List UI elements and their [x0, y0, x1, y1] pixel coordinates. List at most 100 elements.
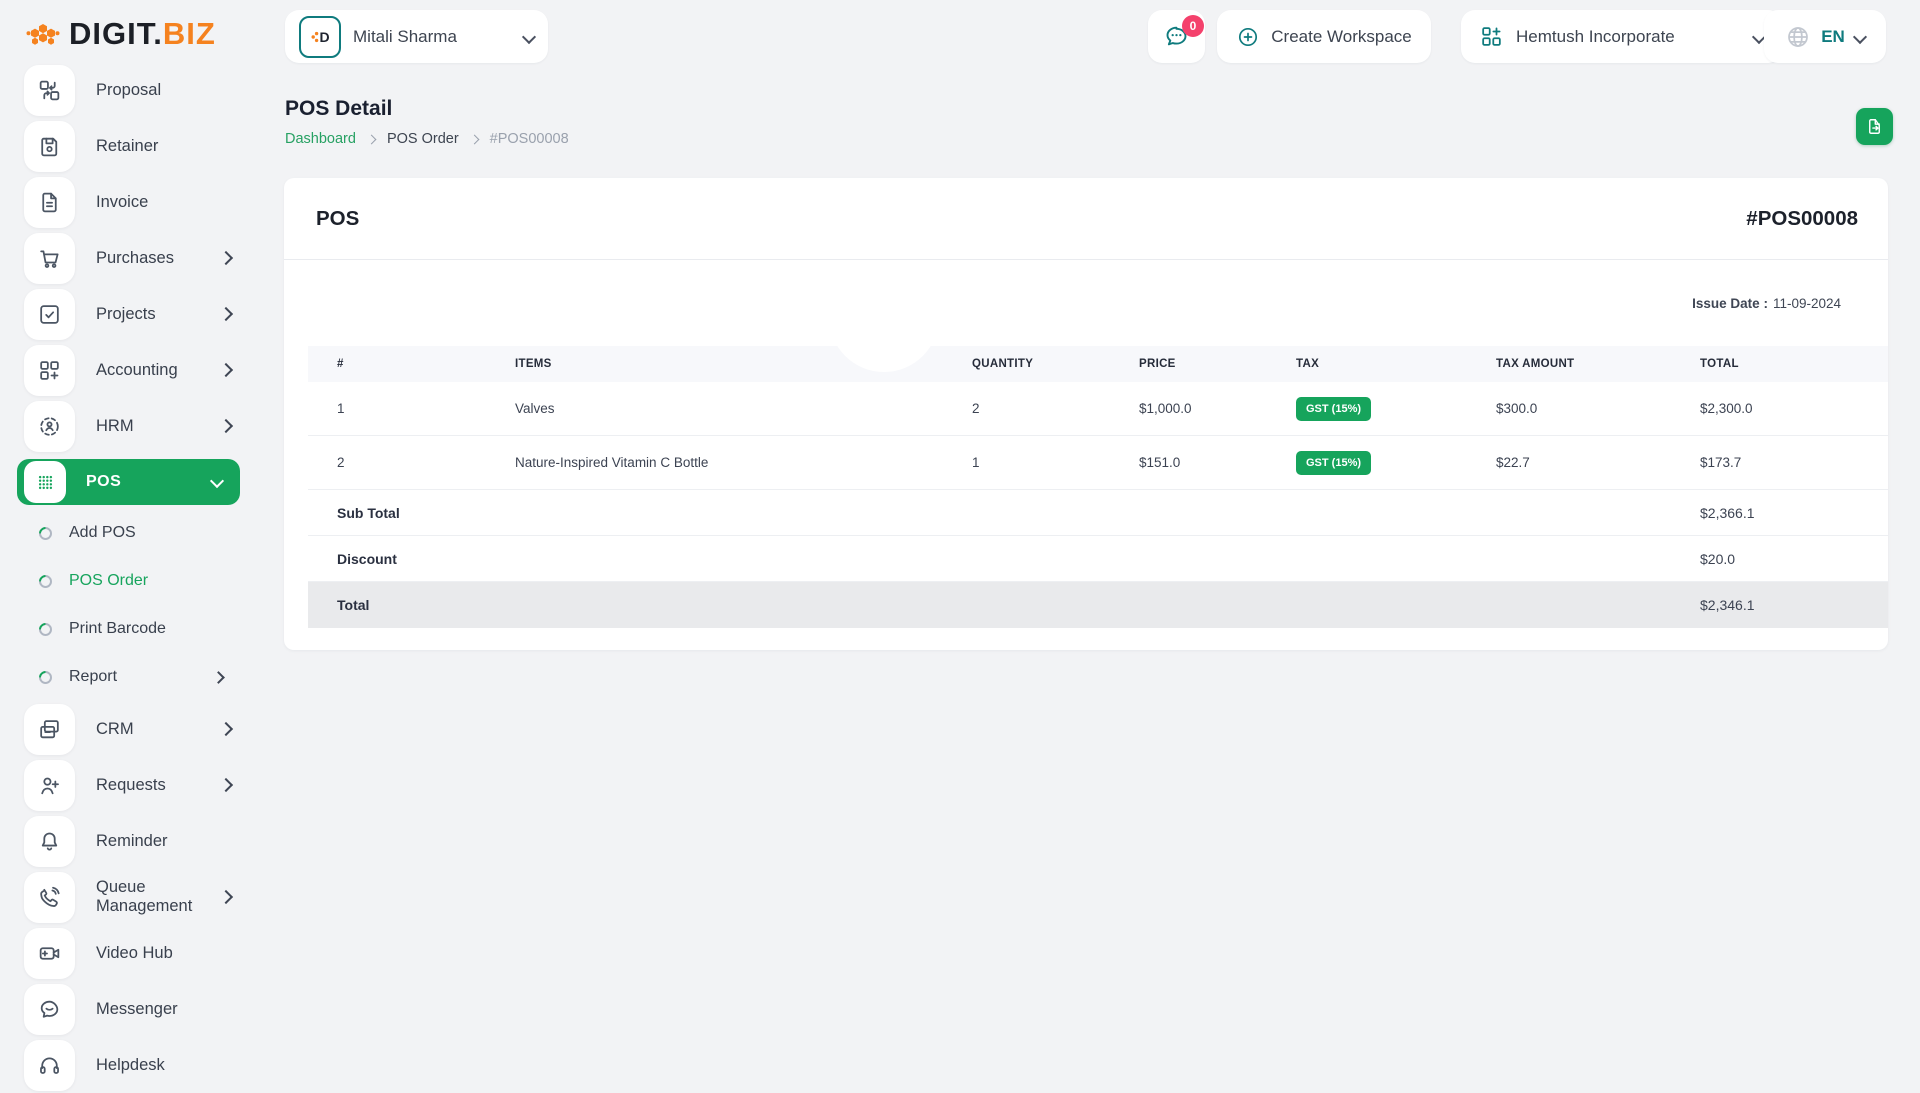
- chevron-right-icon: [219, 251, 233, 265]
- sidebar-subitem-pos-order-active[interactable]: POS Order: [0, 557, 245, 605]
- hrm-icon: [24, 401, 75, 452]
- cell-price: $151.0: [1139, 455, 1296, 470]
- chevron-down-icon: [522, 29, 536, 43]
- purchases-icon: [24, 233, 75, 284]
- company-selector[interactable]: Hemtush Incorporate: [1461, 10, 1782, 63]
- chevron-down-icon: [1853, 29, 1867, 43]
- sidebar-item-crm[interactable]: CRM: [0, 701, 245, 757]
- cell-sn: 2: [337, 455, 515, 470]
- projects-icon: [24, 289, 75, 340]
- breadcrumb-current: #POS00008: [490, 131, 569, 147]
- chat-count-badge: 0: [1182, 15, 1204, 37]
- chevron-right-icon: [469, 135, 479, 145]
- chevron-right-icon: [366, 135, 376, 145]
- col-header-sn: #: [337, 358, 515, 370]
- issue-date-value: 11-09-2024: [1773, 296, 1841, 311]
- sidebar-item-proposal[interactable]: Proposal: [0, 62, 245, 118]
- sidebar-item-label: Proposal: [96, 81, 161, 100]
- sidebar-subitem-label: Report: [69, 668, 117, 686]
- chat-button[interactable]: 0: [1148, 10, 1205, 63]
- sidebar-subitem-label: Print Barcode: [69, 620, 166, 638]
- sidebar-item-retainer[interactable]: Retainer: [0, 118, 245, 174]
- sidebar-item-label: Purchases: [96, 249, 174, 268]
- bullet-icon: [36, 620, 54, 638]
- chevron-right-icon: [219, 419, 233, 433]
- sidebar-item-helpdesk[interactable]: Helpdesk: [0, 1037, 245, 1093]
- file-export-icon: [1865, 117, 1884, 136]
- user-plus-icon: [24, 760, 75, 811]
- breadcrumb-dashboard-link[interactable]: Dashboard: [285, 131, 356, 147]
- sidebar-item-label: Retainer: [96, 137, 158, 156]
- issue-date-label: Issue Date :: [1692, 296, 1768, 311]
- col-header-quantity: QUANTITY: [972, 358, 1139, 370]
- plus-circle-icon: [1236, 25, 1260, 49]
- crm-icon: [24, 704, 75, 755]
- sidebar-item-accounting[interactable]: Accounting: [0, 342, 245, 398]
- chevron-right-icon: [219, 363, 233, 377]
- sidebar-item-invoice[interactable]: Invoice: [0, 174, 245, 230]
- cell-sn: 1: [337, 401, 515, 416]
- create-workspace-label: Create Workspace: [1271, 27, 1411, 47]
- sidebar-item-reminder[interactable]: Reminder: [0, 813, 245, 869]
- user-workspace-selector[interactable]: D Mitali Sharma: [285, 10, 548, 63]
- cell-price: $1,000.0: [1139, 401, 1296, 416]
- card-header: POS #POS00008: [284, 178, 1888, 260]
- sidebar-item-projects[interactable]: Projects: [0, 286, 245, 342]
- language-selector[interactable]: EN: [1764, 10, 1886, 63]
- subtotal-row: Sub Total $2,366.1: [308, 490, 1888, 536]
- sidebar-item-label: CRM: [96, 720, 134, 739]
- cell-tax-amount: $22.7: [1496, 455, 1700, 470]
- bell-icon: [24, 816, 75, 867]
- col-header-total: TOTAL: [1700, 358, 1888, 370]
- accounting-icon: [24, 345, 75, 396]
- sidebar-item-messenger[interactable]: Messenger: [0, 981, 245, 1037]
- cell-total: $2,300.0: [1700, 401, 1888, 416]
- retainer-icon: [24, 121, 75, 172]
- card-title: POS: [316, 207, 359, 231]
- invoice-icon: [24, 177, 75, 228]
- sidebar-subitem-label: Add POS: [69, 524, 136, 542]
- sidebar-item-label: Invoice: [96, 193, 148, 212]
- col-header-price: PRICE: [1139, 358, 1296, 370]
- workspace-grid-icon: [1479, 24, 1504, 49]
- sidebar-item-requests[interactable]: Requests: [0, 757, 245, 813]
- total-label: Total: [337, 597, 515, 613]
- table-header-row: # ITEMS QUANTITY PRICE TAX TAX AMOUNT TO…: [308, 346, 1888, 382]
- subtotal-value: $2,366.1: [1700, 505, 1888, 521]
- total-row: Total $2,346.1: [308, 582, 1888, 628]
- language-code: EN: [1821, 27, 1845, 47]
- sidebar-item-pos-active[interactable]: POS: [17, 459, 240, 505]
- cell-item: Valves: [515, 401, 972, 416]
- create-workspace-button[interactable]: Create Workspace: [1217, 10, 1431, 63]
- pos-items-table: # ITEMS QUANTITY PRICE TAX TAX AMOUNT TO…: [308, 346, 1888, 628]
- sidebar-subitem-report[interactable]: Report: [0, 653, 245, 701]
- logo-text: DIGIT.BIZ: [69, 16, 216, 52]
- breadcrumb-pos-order[interactable]: POS Order: [387, 131, 459, 147]
- sidebar-subitem-add-pos[interactable]: Add POS: [0, 509, 245, 557]
- export-pos-button[interactable]: [1856, 108, 1893, 145]
- sidebar-item-hrm[interactable]: HRM: [0, 398, 245, 454]
- tax-badge: GST (15%): [1296, 451, 1371, 475]
- sidebar-item-purchases[interactable]: Purchases: [0, 230, 245, 286]
- sidebar-item-label: Messenger: [96, 1000, 178, 1019]
- proposal-icon: [24, 65, 75, 116]
- col-header-tax: TAX: [1296, 358, 1496, 370]
- top-header: DIGIT.BIZ D Mitali Sharma 0 Create Works…: [0, 0, 1920, 73]
- svg-text:D: D: [320, 29, 330, 45]
- sidebar-subitem-print-barcode[interactable]: Print Barcode: [0, 605, 245, 653]
- chat-bubble-icon: [24, 984, 75, 1035]
- bullet-icon: [36, 668, 54, 686]
- cell-total: $173.7: [1700, 455, 1888, 470]
- video-camera-icon: [24, 928, 75, 979]
- sidebar-item-queue-management[interactable]: Queue Management: [0, 869, 245, 925]
- logo-hexagon-icon: [25, 16, 61, 52]
- pos-grid-dots-icon: [24, 461, 66, 503]
- chevron-right-icon: [219, 307, 233, 321]
- sidebar-item-video-hub[interactable]: Video Hub: [0, 925, 245, 981]
- sidebar-item-label: Projects: [96, 305, 156, 324]
- subtotal-label: Sub Total: [337, 505, 515, 521]
- sidebar-item-label: Helpdesk: [96, 1056, 165, 1075]
- chevron-right-icon: [219, 778, 233, 792]
- discount-value: $20.0: [1700, 551, 1888, 567]
- chevron-down-icon: [210, 473, 224, 487]
